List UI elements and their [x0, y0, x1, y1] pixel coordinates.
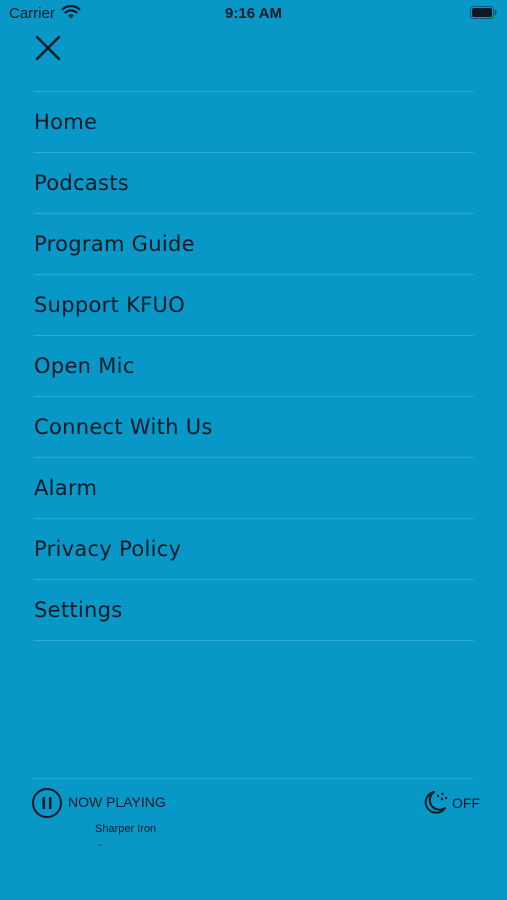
menu-item-home[interactable]: Home [34, 92, 474, 153]
player-divider [32, 778, 474, 779]
menu-item-connect-with-us[interactable]: Connect With Us [34, 397, 474, 458]
menu-item-support-kfuo[interactable]: Support KFUO [34, 275, 474, 336]
menu-item-alarm[interactable]: Alarm [34, 458, 474, 519]
play-pause-button[interactable] [31, 787, 63, 819]
status-time: 9:16 AM [225, 5, 282, 22]
battery-icon [470, 6, 497, 24]
sleep-timer-label: OFF [452, 795, 480, 811]
now-playing-label: NOW PLAYING [68, 794, 166, 810]
menu-item-program-guide[interactable]: Program Guide [34, 214, 474, 275]
menu-item-privacy-policy[interactable]: Privacy Policy [34, 519, 474, 580]
moon-icon [424, 791, 448, 814]
status-bar: Carrier 9:16 AM [0, 0, 507, 30]
close-icon [35, 35, 61, 61]
pause-icon [32, 788, 62, 818]
side-menu: Home Podcasts Program Guide Support KFUO… [34, 91, 474, 641]
menu-item-podcasts[interactable]: Podcasts [34, 153, 474, 214]
menu-item-open-mic[interactable]: Open Mic [34, 336, 474, 397]
close-menu-button[interactable] [32, 32, 64, 64]
sleep-timer-button[interactable]: OFF [421, 789, 480, 817]
track-title: Sharper Iron [95, 823, 157, 835]
menu-item-settings[interactable]: Settings [34, 580, 474, 641]
track-subtitle: - [98, 839, 102, 851]
